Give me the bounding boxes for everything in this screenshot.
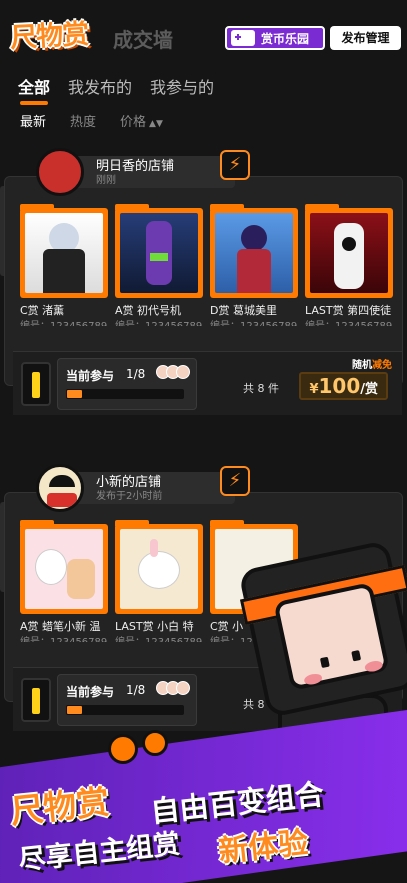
- lightning-icon: ⚡: [220, 150, 250, 180]
- sort-latest[interactable]: 最新: [20, 111, 46, 130]
- prize-frame: [305, 208, 393, 298]
- prize-code: 编号：123456789: [210, 317, 297, 326]
- promo-banner: 尺物赏 自由百变组合 尽享自主组赏 新体验: [0, 707, 407, 883]
- prize-name: D赏 葛城美里: [210, 304, 277, 317]
- discount-tag-text: 减免: [372, 360, 392, 371]
- prize-frame: [20, 524, 108, 614]
- prize-frame: [115, 208, 203, 298]
- gamepad-icon: [231, 30, 255, 46]
- shop-avatar[interactable]: [36, 148, 84, 196]
- prize-name: A赏 蜡笔小新 温: [20, 620, 101, 633]
- filter-tabs: 全部 我发布的 我参与的: [18, 74, 214, 98]
- random-tag-text: 随机: [352, 360, 372, 371]
- total-count: 共 8 件: [243, 382, 279, 395]
- shop-time: 刚刚: [96, 175, 116, 186]
- prize-image: [120, 213, 198, 293]
- shop-card[interactable]: 明日香的店铺 刚刚 ⚡ C赏 渚薰 编号：123456789: [0, 146, 407, 436]
- prize-frame: [20, 208, 108, 298]
- progress-label: 当前参与: [66, 369, 115, 383]
- participant-avatars: [156, 681, 190, 695]
- progress-count: 1/8: [126, 683, 146, 697]
- sort-price[interactable]: 价格 ▲▼: [120, 111, 163, 130]
- progress-fill: [67, 706, 82, 714]
- prize-frame: [210, 208, 298, 298]
- mascot-head: [238, 539, 407, 719]
- lightning-icon: ⚡: [220, 466, 250, 496]
- decor-orb: [142, 730, 168, 756]
- prize-code: 编号：123456789: [115, 633, 202, 642]
- header: 尺物赏 成交墙 赏币乐园 发布管理: [0, 0, 407, 64]
- random-discount-tag: 随机减免: [352, 356, 392, 371]
- slot-handle: [21, 678, 51, 722]
- prize-code: 编号：123456789: [20, 633, 107, 642]
- coin-park-label: 赏币乐园: [261, 31, 310, 46]
- tab-all[interactable]: 全部: [18, 74, 50, 98]
- prize-image: [25, 529, 103, 609]
- progress-bar: [66, 705, 184, 715]
- progress-section: 当前参与 1/8 共 8 件 随机减免 ¥100/赏: [13, 351, 402, 415]
- prize-code: 编号：123456789: [115, 317, 202, 326]
- slot-handle: [21, 362, 51, 406]
- price-badge[interactable]: ¥100/赏: [299, 372, 388, 400]
- active-tab-indicator: [20, 101, 48, 105]
- decor-orb: [108, 734, 138, 764]
- sort-price-label: 价格: [120, 115, 147, 130]
- sort-popularity[interactable]: 热度: [70, 111, 96, 130]
- prize-image: [120, 529, 198, 609]
- mascot-face: [273, 581, 390, 691]
- coin-park-button[interactable]: 赏币乐园: [225, 26, 325, 50]
- shop-time: 发布于2小时前: [96, 491, 163, 502]
- progress-label: 当前参与: [66, 685, 115, 699]
- sort-arrows-icon: ▲▼: [149, 119, 163, 129]
- progress-panel: 当前参与 1/8: [57, 674, 197, 726]
- tab-my-published[interactable]: 我发布的: [68, 74, 132, 98]
- prize-image: [25, 213, 103, 293]
- prize-code: 编号：123456789: [20, 317, 107, 326]
- prize-name: LAST赏 第四使徒: [305, 304, 392, 317]
- promo-highlight: 新体验: [216, 825, 310, 870]
- app-logo: 尺物赏: [9, 18, 89, 55]
- prize-image: [310, 213, 388, 293]
- prize-list: C赏 渚薰 编号：123456789 A赏 初代号机 编号：123456789: [14, 204, 403, 326]
- prize-frame: [115, 524, 203, 614]
- shop-avatar[interactable]: [36, 464, 84, 512]
- participant-avatars: [156, 365, 190, 379]
- progress-panel: 当前参与 1/8: [57, 358, 197, 410]
- price-currency: ¥: [309, 382, 319, 397]
- publish-manage-button[interactable]: 发布管理: [330, 26, 401, 50]
- progress-count: 1/8: [126, 367, 146, 381]
- deal-wall-link[interactable]: 成交墙: [113, 24, 173, 53]
- prize-name: A赏 初代号机: [115, 304, 182, 317]
- prize-name: C赏 渚薰: [20, 304, 65, 317]
- tab-my-joined[interactable]: 我参与的: [150, 74, 214, 98]
- price-value: 100: [318, 374, 361, 398]
- progress-bar: [66, 389, 184, 399]
- price-unit: /赏: [360, 382, 378, 397]
- progress-fill: [67, 390, 82, 398]
- screen: 尺物赏 成交墙 赏币乐园 发布管理 全部 我发布的 我参与的 最新 热度 价格 ▲…: [0, 0, 407, 883]
- prize-name: LAST赏 小白 特: [115, 620, 194, 633]
- sort-bar: 最新 热度 价格 ▲▼: [20, 111, 163, 130]
- prize-image: [215, 213, 293, 293]
- prize-code: 编号：123456789: [305, 317, 392, 326]
